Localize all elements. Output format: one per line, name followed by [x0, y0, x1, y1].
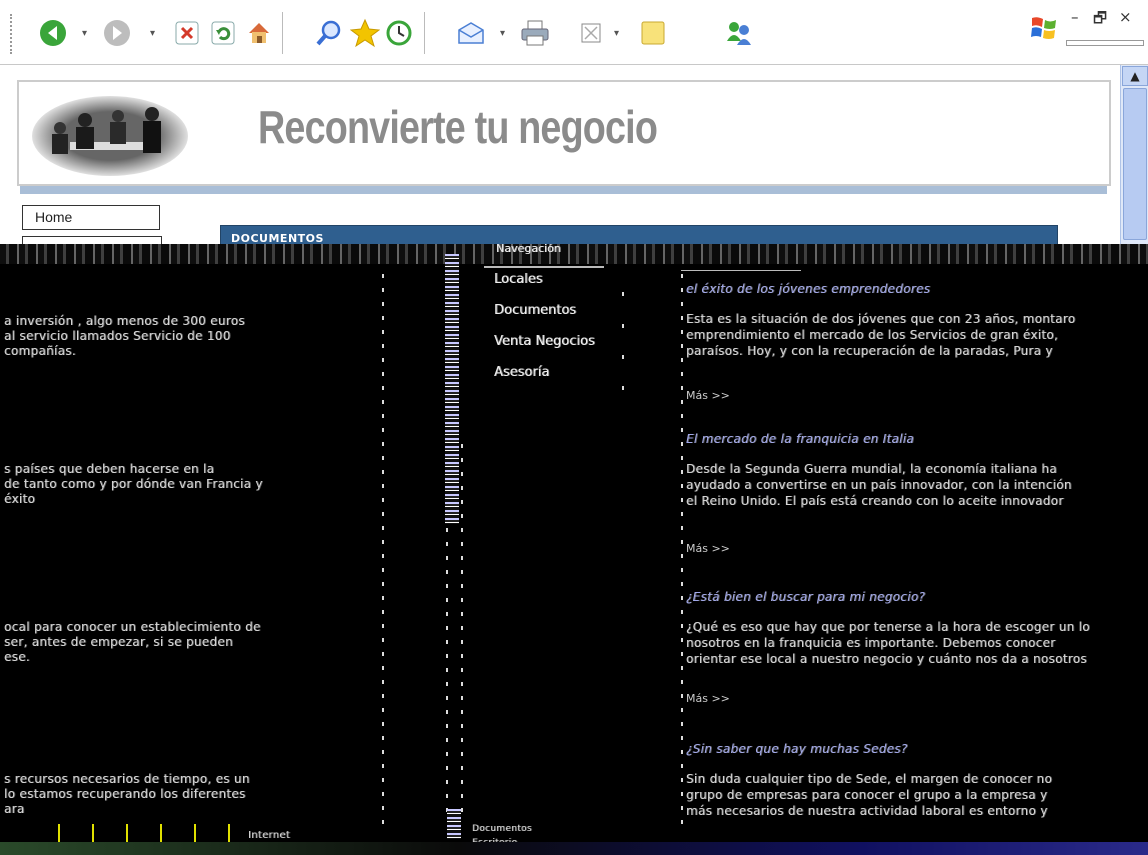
mail-dropdown-icon[interactable]: ▾ [500, 28, 505, 39]
article-title[interactable]: El mercado de la franquicia en Italia [686, 432, 914, 446]
forward-dropdown-icon[interactable]: ▾ [150, 28, 155, 39]
read-more-link[interactable]: Más >> [686, 542, 730, 555]
column-border [681, 274, 683, 834]
article-text-line: ¿Qué es eso que hay que por tenerse a la… [686, 620, 1090, 634]
mail-icon [458, 22, 484, 44]
toolbar-grip[interactable] [10, 14, 15, 54]
note-icon [641, 21, 665, 45]
article-title[interactable]: ¿Sin saber que hay muchas Sedes? [686, 742, 908, 756]
article-text-line: más necesarios de nuestra actividad labo… [686, 804, 1048, 818]
read-more-link[interactable]: Más >> [686, 692, 730, 705]
menu-header: Navegación [496, 244, 561, 255]
menu-separator [622, 324, 624, 328]
left-text-line: ocal para conocer un establecimiento de [4, 620, 261, 634]
article-text-line: paraísos. Hoy, y con la recuperación de … [686, 344, 1053, 358]
article-text-line: emprendimiento el mercado de los Servici… [686, 328, 1059, 342]
article-divider [681, 270, 801, 271]
browser-toolbar: ▾ ▾ ▾ ▾ – � [0, 0, 1148, 65]
messenger-icon [727, 22, 751, 45]
magnifier-icon [316, 20, 341, 46]
article-text-line: Desde la Segunda Guerra mundial, la econ… [686, 462, 1057, 476]
left-text-line: compañías. [4, 344, 76, 358]
menu-item-venta-negocios[interactable]: Venta Negocios [494, 334, 595, 349]
toolbar-separator [282, 12, 283, 54]
left-text-line: lo estamos recuperando los diferentes [4, 787, 246, 801]
stop-icon [175, 21, 199, 45]
home-toolbar-button[interactable] [242, 16, 276, 50]
discuss-button[interactable] [636, 16, 670, 50]
edit-button[interactable] [574, 16, 608, 50]
article-text-line: nosotros en la franquicia es importante.… [686, 636, 1056, 650]
column-border [382, 274, 384, 834]
back-dropdown-icon[interactable]: ▾ [82, 28, 87, 39]
left-text-line: ese. [4, 650, 31, 664]
render-artifact [445, 254, 459, 524]
left-text-line: s países que deben hacerse en la [4, 462, 215, 476]
mail-button[interactable] [454, 16, 488, 50]
forward-arrow-icon [104, 20, 130, 46]
favorites-button[interactable] [348, 16, 382, 50]
article-title[interactable]: el éxito de los jóvenes emprendedores [686, 282, 930, 296]
refresh-button[interactable] [206, 16, 240, 50]
left-text-line: ser, antes de empezar, si se pueden [4, 635, 233, 649]
stop-button[interactable] [170, 16, 204, 50]
scrollbar-thumb[interactable] [1123, 88, 1147, 240]
menu-separator [622, 292, 624, 296]
read-more-link[interactable]: Más >> [686, 389, 730, 402]
back-arrow-icon [40, 20, 66, 46]
menu-separator [622, 386, 624, 390]
article-text-line: orientar ese local a nuestro negocio y c… [686, 652, 1087, 666]
article-text-line: el Reino Unido. El país está creando con… [686, 494, 1064, 508]
forward-button[interactable] [100, 16, 134, 50]
history-button[interactable] [382, 16, 416, 50]
site-title: Reconvierte tu negocio [258, 101, 658, 153]
column-border [461, 444, 463, 814]
left-text-line: de tanto como y por dónde van Francia y [4, 477, 263, 491]
messenger-button[interactable] [722, 16, 756, 50]
menu-item-documentos[interactable]: Documentos [494, 303, 576, 318]
menu-item-locales[interactable]: Locales [494, 272, 542, 287]
taskbar-item[interactable]: Documentos [472, 824, 532, 834]
close-button[interactable]: × [1119, 8, 1132, 26]
refresh-icon [211, 21, 235, 45]
article-text-line: ayudado a convertirse en un país innovad… [686, 478, 1072, 492]
article-text-line: Esta es la situación de dos jóvenes que … [686, 312, 1076, 326]
print-button[interactable] [518, 16, 552, 50]
left-text-line: s recursos necesarios de tiempo, es un [4, 772, 250, 786]
business-meeting-photo [32, 96, 188, 176]
article-title[interactable]: ¿Está bien el buscar para mi negocio? [686, 590, 925, 604]
menu-item-asesoria[interactable]: Asesoría [494, 365, 549, 380]
left-text-line: éxito [4, 492, 36, 506]
printer-icon [521, 20, 549, 46]
left-text-line: ara [4, 802, 25, 816]
nav-home-button[interactable]: Home [22, 205, 160, 230]
menu-separator [622, 355, 624, 359]
windows-logo-icon [1031, 17, 1056, 39]
back-button[interactable] [36, 16, 70, 50]
edit-dropdown-icon[interactable]: ▾ [614, 28, 619, 39]
history-icon [386, 20, 412, 46]
menu-divider [484, 266, 604, 268]
banner-divider [20, 186, 1107, 194]
render-artifact [0, 244, 1148, 264]
minimize-button[interactable]: – [1071, 8, 1079, 26]
address-bar-stub[interactable] [1066, 40, 1144, 46]
restore-button[interactable]: 🗗 [1093, 8, 1107, 33]
house-icon [249, 23, 269, 43]
glitched-render-area: a inversión , algo menos de 300 euros al… [0, 244, 1148, 855]
search-button[interactable] [312, 16, 346, 50]
taskbar [0, 842, 1148, 855]
article-text-line: Sin duda cualquier tipo de Sede, el marg… [686, 772, 1053, 786]
star-icon [350, 18, 380, 48]
scroll-up-arrow-icon[interactable]: ▲ [1122, 66, 1148, 86]
edit-icon [581, 23, 601, 43]
render-artifact [447, 809, 461, 839]
left-text-line: a inversión , algo menos de 300 euros [4, 314, 245, 328]
toolbar-separator [424, 12, 425, 54]
taskbar-item[interactable]: Internet [248, 830, 290, 841]
left-text-line: al servicio llamados Servicio de 100 [4, 329, 231, 343]
article-text-line: grupo de empresas para conocer el grupo … [686, 788, 1048, 802]
